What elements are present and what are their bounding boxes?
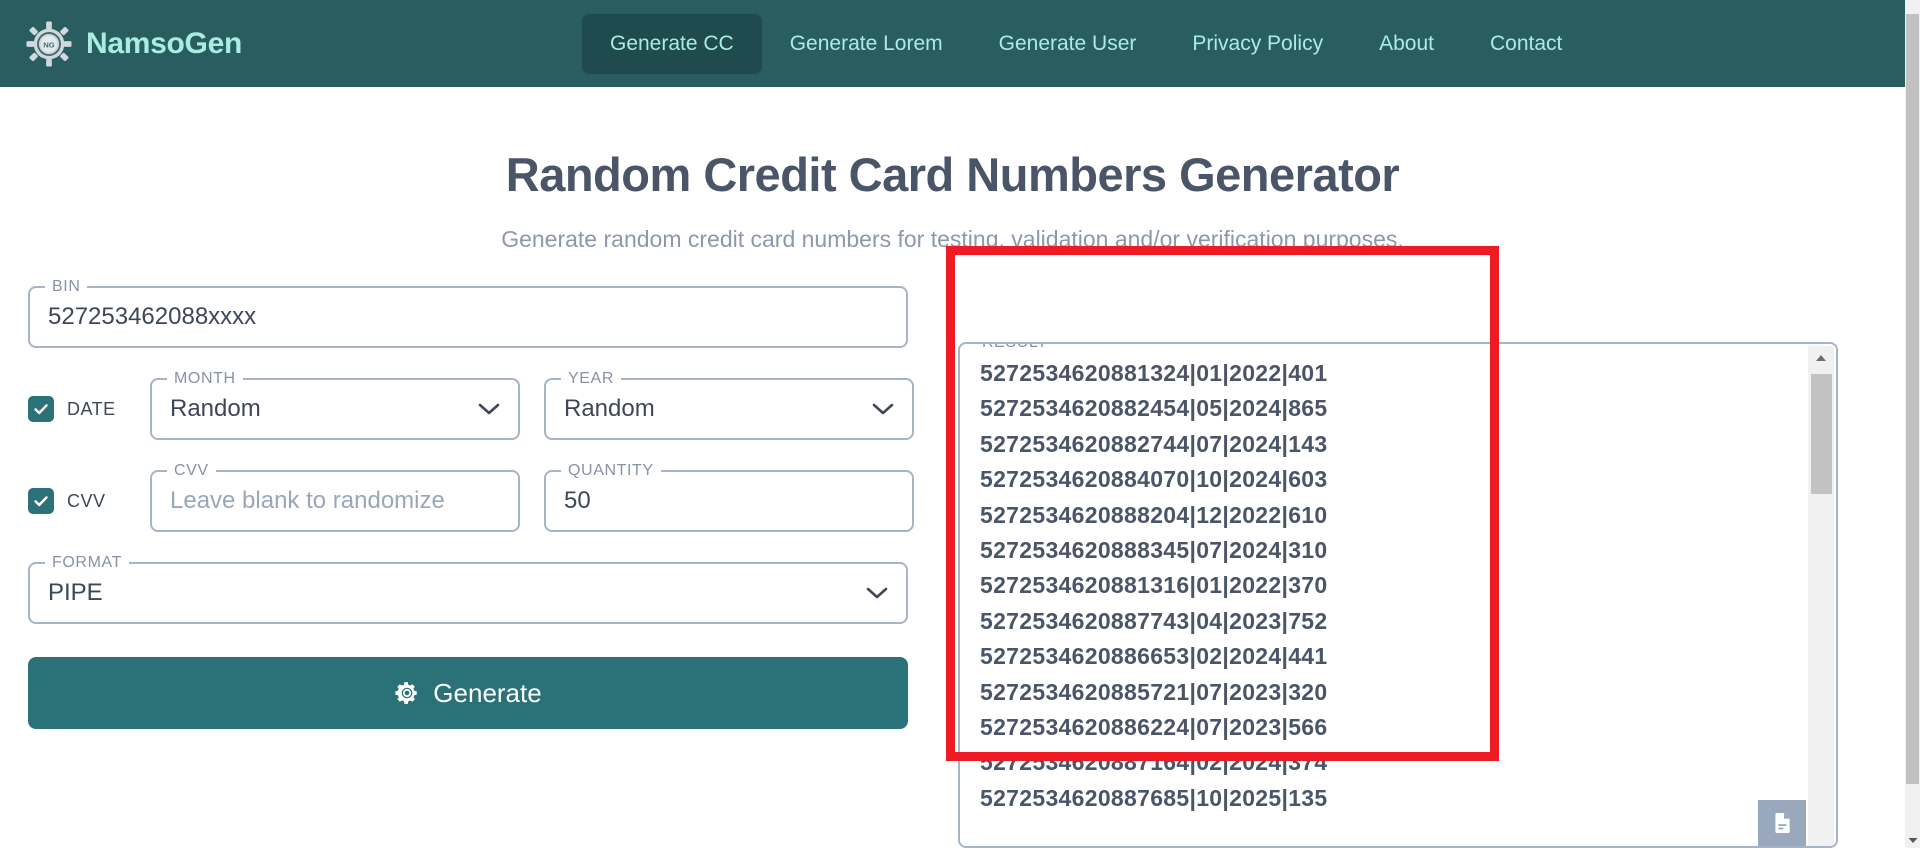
result-line: 5272534620886653|02|2024|441 — [980, 643, 1328, 670]
page-scrollbar-thumb[interactable] — [1906, 14, 1919, 784]
page-content: Random Credit Card Numbers Generator Gen… — [0, 87, 1905, 848]
cvv-label: CVV — [167, 462, 216, 480]
month-select[interactable]: MONTH Random — [150, 370, 520, 440]
cvv-input[interactable] — [152, 487, 518, 515]
nav-links: Generate CC Generate Lorem Generate User… — [581, 13, 1590, 74]
year-select[interactable]: YEAR Random — [544, 370, 914, 440]
result-line: 5272534620888204|12|2022|610 — [980, 501, 1328, 528]
page-subtitle: Generate random credit card numbers for … — [501, 226, 1404, 252]
brand-name: NamsoGen — [86, 26, 242, 60]
page-scrollbar[interactable] — [1905, 0, 1920, 848]
result-scrollbar-thumb[interactable] — [1811, 374, 1832, 494]
cvv-field[interactable]: CVV — [150, 462, 520, 532]
gear-logo-icon: NG — [26, 20, 72, 67]
month-label: MONTH — [167, 370, 243, 388]
result-line: 5272534620887685|10|2025|135 — [980, 784, 1328, 811]
date-checkbox-label: DATE — [67, 398, 116, 419]
cvv-checkbox-label: CVV — [67, 490, 106, 511]
result-line: 5272534620886224|07|2023|566 — [980, 714, 1328, 741]
format-label: FORMAT — [45, 554, 129, 572]
format-value: PIPE — [48, 579, 103, 606]
result-line: 5272534620887164|02|2024|374 — [980, 749, 1328, 776]
chevron-down-icon[interactable] — [478, 402, 500, 416]
cvv-row: CVV CVV QUANTITY — [28, 462, 938, 532]
date-row: DATE MONTH Random YEAR Random — [28, 370, 938, 440]
date-checkbox[interactable] — [28, 396, 54, 422]
cvv-checkbox[interactable] — [28, 488, 54, 514]
result-label: RESULT — [975, 344, 1055, 352]
result-line: 5272534620884070|10|2024|603 — [980, 466, 1328, 493]
bin-field[interactable]: BIN — [28, 278, 908, 348]
result-line: 5272534620887743|04|2023|752 — [980, 607, 1328, 634]
result-line: 5272534620882744|07|2024|143 — [980, 430, 1328, 457]
gear-icon — [395, 682, 418, 704]
chevron-down-icon[interactable] — [866, 586, 888, 600]
triangle-down-icon — [1908, 837, 1917, 843]
copy-document-icon — [1775, 813, 1790, 833]
brand-logo[interactable]: NG NamsoGen — [26, 20, 242, 67]
bin-input[interactable] — [30, 303, 906, 331]
chevron-down-icon[interactable] — [872, 402, 894, 416]
copy-result-button[interactable] — [1758, 800, 1806, 846]
top-navbar: NG NamsoGen Generate CC Generate Lorem G… — [0, 0, 1905, 87]
result-lines-list[interactable]: 5272534620881324|01|2022|401 52725346208… — [980, 356, 1800, 841]
result-line: 5272534620885721|07|2023|320 — [980, 678, 1328, 705]
checkmark-icon — [34, 404, 48, 415]
result-line: 5272534620888345|07|2024|310 — [980, 537, 1328, 564]
quantity-label: QUANTITY — [561, 462, 661, 480]
svg-text:NG: NG — [43, 40, 55, 49]
checkmark-icon — [34, 496, 48, 507]
generate-button-label: Generate — [433, 677, 542, 708]
result-line: 5272534620881316|01|2022|370 — [980, 572, 1328, 599]
format-select[interactable]: FORMAT PIPE — [28, 554, 908, 624]
triangle-up-icon — [1816, 355, 1826, 361]
nav-link-privacy-policy[interactable]: Privacy Policy — [1164, 14, 1351, 74]
result-line: 5272534620881324|01|2022|401 — [980, 360, 1328, 386]
date-checkbox-wrap[interactable]: DATE — [28, 396, 150, 422]
result-panel: RESULT 5272534620881324|01|2022|401 5272… — [958, 342, 1838, 848]
generator-form: BIN DATE MONTH Random YEAR — [28, 278, 938, 729]
nav-link-generate-cc[interactable]: Generate CC — [581, 13, 762, 74]
result-textarea[interactable]: RESULT 5272534620881324|01|2022|401 5272… — [958, 342, 1838, 848]
month-value: Random — [170, 395, 261, 422]
quantity-input[interactable] — [546, 487, 912, 515]
nav-link-contact[interactable]: Contact — [1462, 14, 1590, 74]
result-line: 5272534620882454|05|2024|865 — [980, 395, 1328, 422]
generate-button[interactable]: Generate — [28, 657, 908, 729]
nav-link-generate-lorem[interactable]: Generate Lorem — [762, 14, 971, 74]
quantity-field[interactable]: QUANTITY — [544, 462, 914, 532]
nav-link-generate-user[interactable]: Generate User — [971, 14, 1165, 74]
nav-link-about[interactable]: About — [1351, 14, 1462, 74]
page-title: Random Credit Card Numbers Generator — [505, 148, 1400, 201]
year-label: YEAR — [561, 370, 621, 388]
bin-label: BIN — [45, 278, 88, 296]
year-value: Random — [564, 395, 655, 422]
scroll-up-arrow-icon[interactable] — [1808, 346, 1834, 370]
cvv-checkbox-wrap[interactable]: CVV — [28, 488, 150, 514]
result-scrollbar[interactable] — [1808, 346, 1834, 846]
scroll-down-arrow-icon[interactable] — [1905, 832, 1920, 848]
